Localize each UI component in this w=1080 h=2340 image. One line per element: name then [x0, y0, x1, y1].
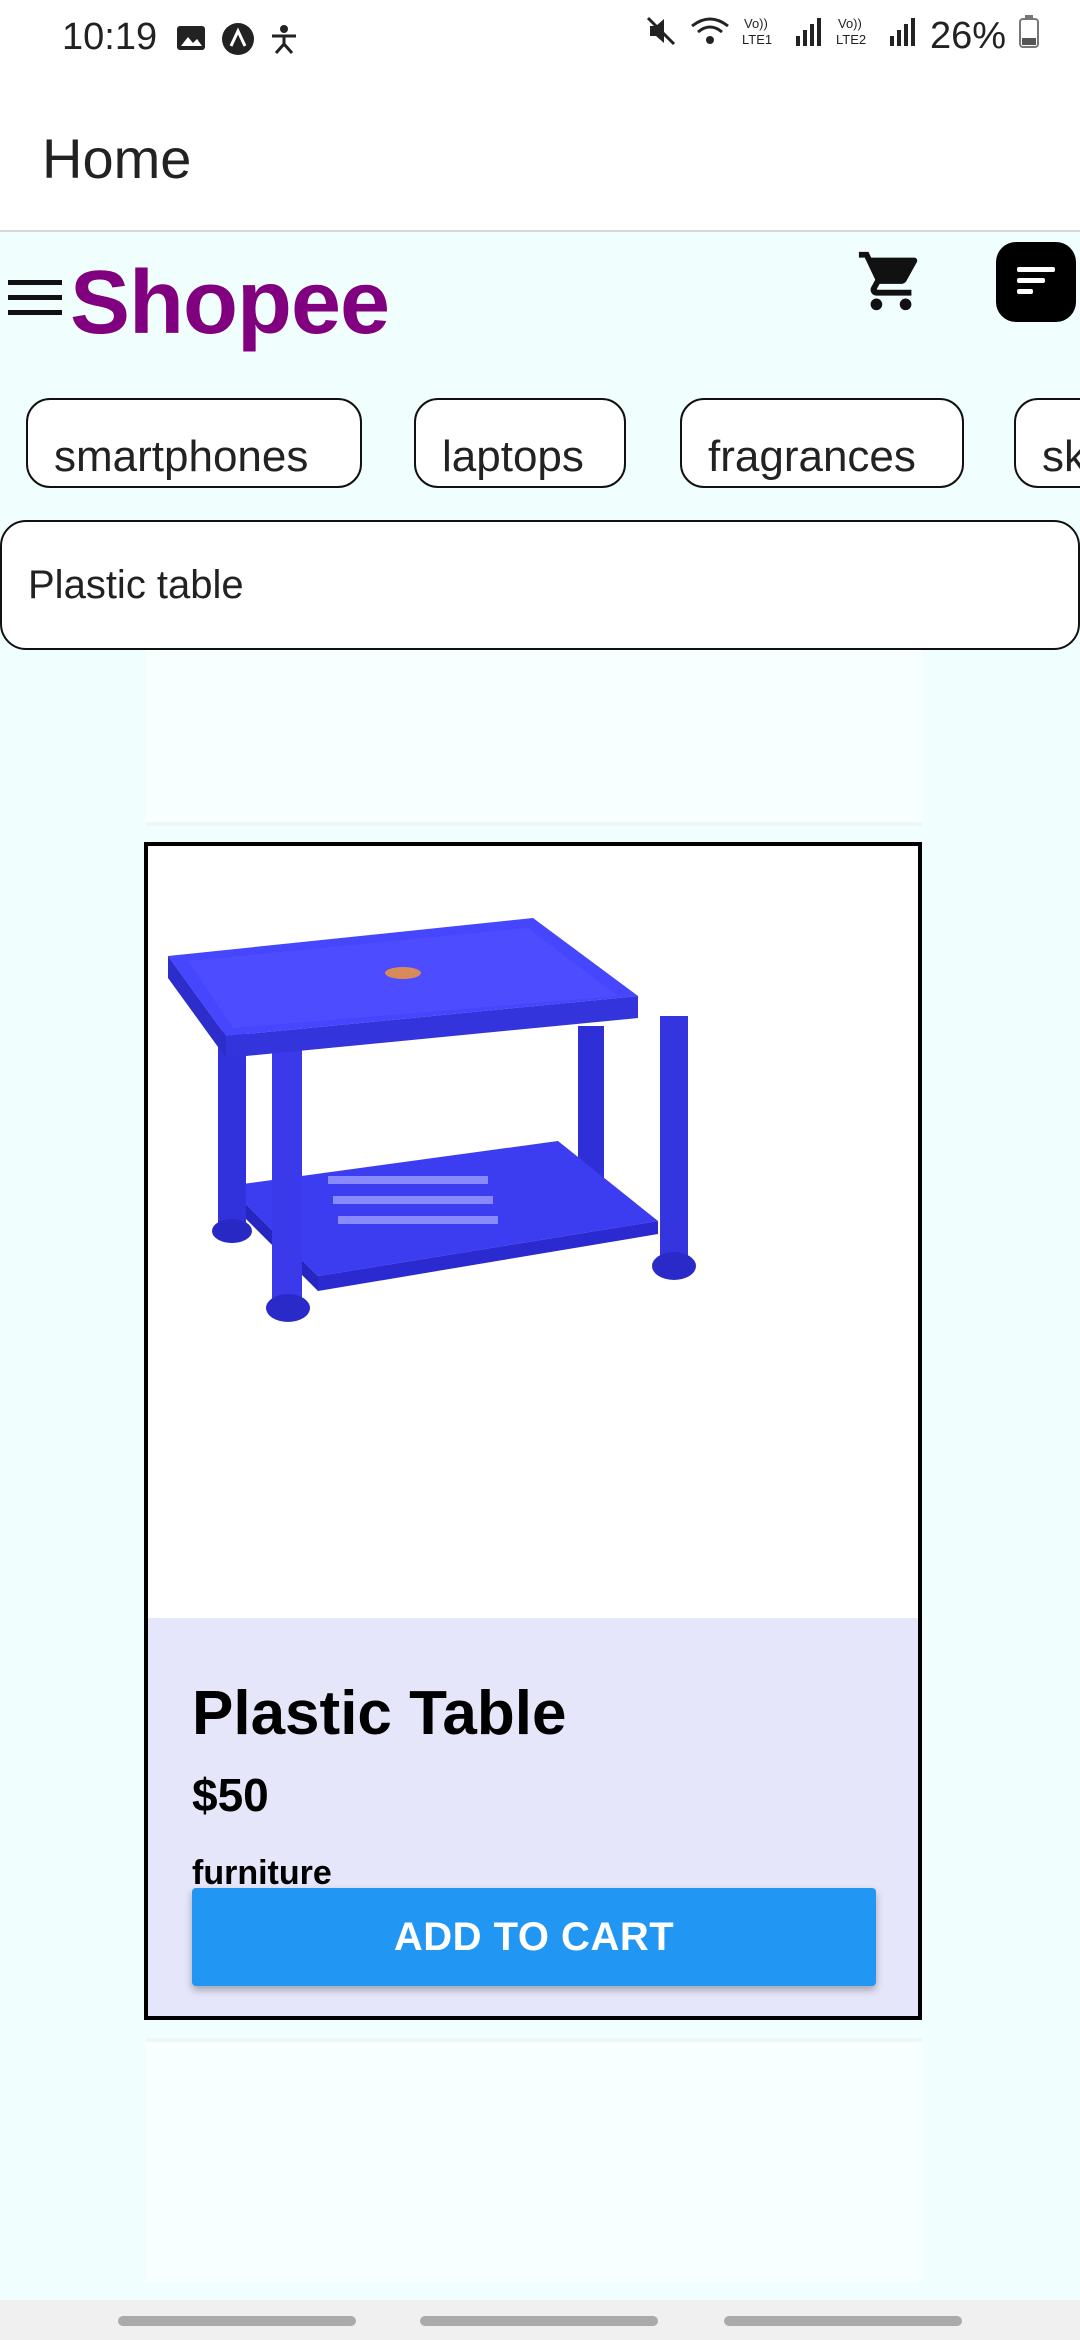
filter-sort-button[interactable] — [996, 242, 1076, 322]
svg-text:Vo)): Vo)) — [744, 16, 768, 31]
category-chip-smartphones[interactable]: smartphones — [26, 398, 362, 488]
accessibility-icon — [267, 22, 299, 54]
product-image — [148, 846, 918, 1618]
category-chips: smartphones laptops fragrances sk — [0, 398, 1080, 494]
product-card: Plastic Table $50 furniture ADD TO CART — [144, 842, 922, 2020]
nav-back[interactable] — [724, 2316, 962, 2326]
sort-lines-icon — [1015, 263, 1057, 302]
cart-icon[interactable] — [856, 246, 926, 316]
brand-logo: Shopee — [70, 253, 390, 353]
system-status: Vo)) LTE1 Vo)) LTE2 26% — [644, 14, 1040, 58]
page-title: Home — [42, 127, 192, 190]
battery-text: 26% — [929, 14, 1006, 57]
notification-icons — [175, 22, 299, 55]
image-icon — [175, 22, 207, 54]
app-bar: Home — [0, 82, 1080, 232]
hamburger-menu-icon[interactable] — [8, 276, 62, 320]
svg-text:Vo)): Vo)) — [838, 16, 862, 31]
category-chip-partial[interactable]: sk — [1014, 398, 1080, 488]
nav-recent-apps[interactable] — [118, 2316, 356, 2326]
product-price: $50 — [192, 1769, 269, 1821]
previous-product-card-fragment — [146, 650, 922, 826]
mute-icon — [644, 14, 678, 58]
system-navigation-bar — [0, 2300, 1080, 2340]
volte-lte2-icon: Vo)) LTE2 — [836, 14, 876, 58]
battery-icon — [1018, 14, 1040, 58]
app-icon — [221, 22, 254, 55]
volte-lte1-icon: Vo)) LTE1 — [742, 14, 782, 58]
category-chip-laptops[interactable]: laptops — [414, 398, 626, 488]
svg-text:LTE2: LTE2 — [836, 32, 866, 47]
signal-icon — [794, 14, 824, 58]
signal-icon — [888, 14, 918, 58]
add-to-cart-button[interactable]: ADD TO CART — [192, 1888, 876, 1986]
next-product-card-fragment — [146, 2038, 922, 2282]
search-input[interactable] — [0, 520, 1080, 650]
wifi-icon — [690, 14, 730, 58]
svg-text:LTE1: LTE1 — [742, 32, 772, 47]
product-info: Plastic Table $50 furniture ADD TO CART — [148, 1618, 918, 2016]
product-title: Plastic Table — [192, 1679, 567, 1748]
category-chip-fragrances[interactable]: fragrances — [680, 398, 964, 488]
status-bar: 10:19 Vo)) LTE1 Vo)) LTE2 26% — [0, 0, 1080, 82]
nav-home[interactable] — [420, 2316, 658, 2326]
status-time: 10:19 — [62, 16, 158, 58]
